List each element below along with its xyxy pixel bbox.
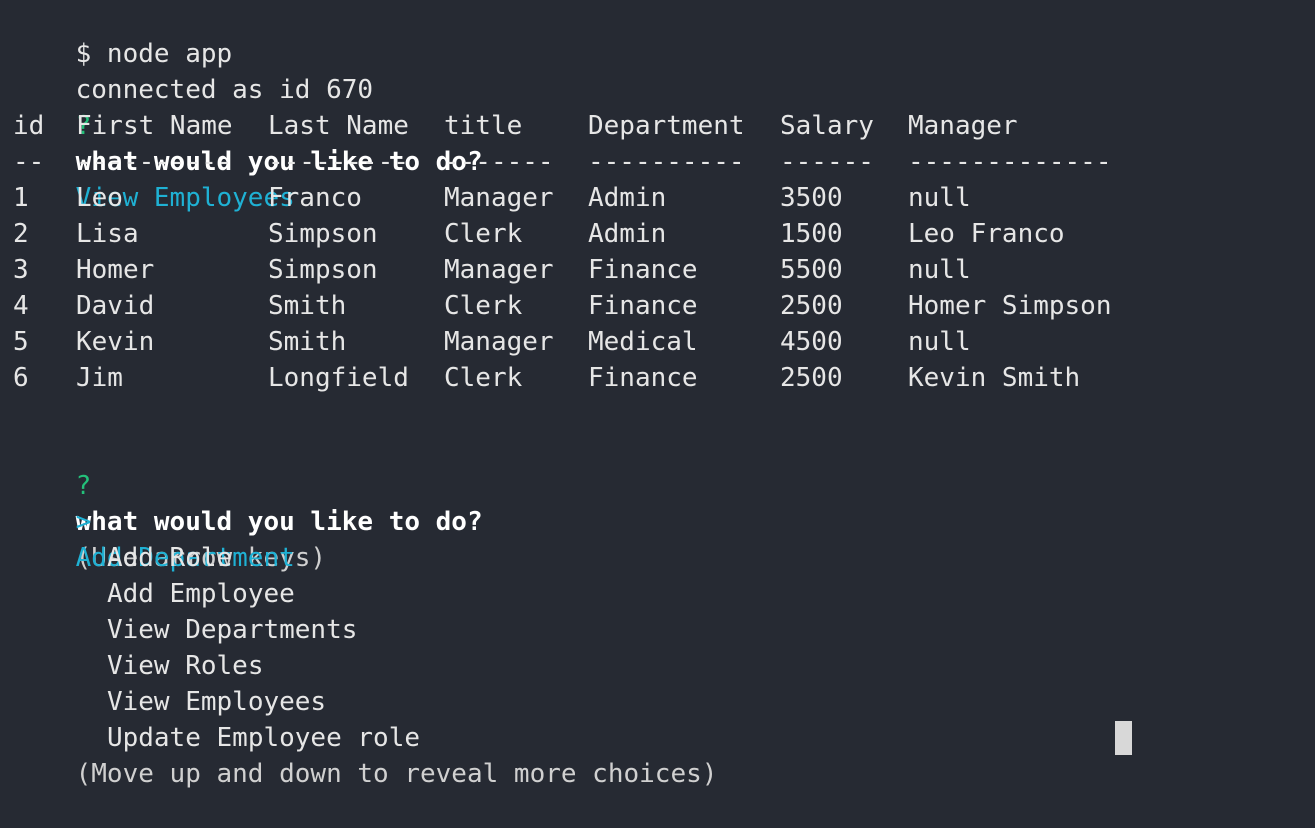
separator: ---------- xyxy=(588,147,745,177)
menu-item-add-department[interactable]: > Add Department xyxy=(13,468,295,573)
cell-department: Finance xyxy=(588,255,698,285)
cell-first-name: David xyxy=(76,291,155,321)
cell-manager: Kevin Smith xyxy=(908,363,1081,393)
prompt-answered: ? what would you like to do? View Employ… xyxy=(13,72,483,213)
cell-id: 3 xyxy=(13,255,29,285)
table-row: 4 David Smith Clerk Finance 2500 Homer S… xyxy=(13,288,1213,324)
cell-last-name: Franco xyxy=(268,183,362,213)
cell-salary: 5500 xyxy=(780,255,843,285)
menu-item-add-role[interactable]: Add Role xyxy=(13,504,232,573)
col-header-manager: Manager xyxy=(908,111,1018,141)
col-header-last-name: Last Name xyxy=(268,111,409,141)
cell-manager: null xyxy=(908,327,971,357)
menu-item-update-employee-role[interactable]: Update Employee role xyxy=(13,684,420,753)
separator: ------------- xyxy=(908,147,1112,177)
menu-item-view-departments[interactable]: View Departments xyxy=(13,576,357,645)
cell-last-name: Longfield xyxy=(268,363,409,393)
cell-last-name: Smith xyxy=(268,291,347,321)
cell-title: Clerk xyxy=(444,291,523,321)
cell-last-name: Smith xyxy=(268,327,347,357)
col-header-first-name: First Name xyxy=(76,111,233,141)
menu-footer-hint: (Move up and down to reveal more choices… xyxy=(13,720,718,789)
cell-last-name: Simpson xyxy=(268,255,378,285)
table-row: 1 Leo Franco Manager Admin 3500 null xyxy=(13,180,1213,216)
cell-department: Admin xyxy=(588,219,667,249)
cell-id: 5 xyxy=(13,327,29,357)
prompt-active: ? what would you like to do? (Use arrow … xyxy=(13,432,483,573)
menu-item-add-employee[interactable]: Add Employee xyxy=(13,540,295,609)
cell-salary: 4500 xyxy=(780,327,843,357)
cell-id: 6 xyxy=(13,363,29,393)
cell-first-name: Lisa xyxy=(76,219,139,249)
cell-department: Finance xyxy=(588,363,698,393)
cell-first-name: Homer xyxy=(76,255,155,285)
col-header-salary: Salary xyxy=(780,111,874,141)
table-row: 5 Kevin Smith Manager Medical 4500 null xyxy=(13,324,1213,360)
cell-salary: 3500 xyxy=(780,183,843,213)
terminal-cursor xyxy=(1115,721,1132,755)
separator: ------ xyxy=(780,147,874,177)
cell-department: Finance xyxy=(588,291,698,321)
cell-manager: null xyxy=(908,183,971,213)
menu-item-view-roles[interactable]: View Roles xyxy=(13,612,264,681)
cell-title: Clerk xyxy=(444,363,523,393)
separator: --------- xyxy=(268,147,409,177)
table-separator-row: -- ---------- --------- ------- --------… xyxy=(13,144,1213,180)
cell-department: Medical xyxy=(588,327,698,357)
cell-title: Clerk xyxy=(444,219,523,249)
command-line: $ node app xyxy=(13,0,233,69)
cell-first-name: Jim xyxy=(76,363,123,393)
table-row: 6 Jim Longfield Clerk Finance 2500 Kevin… xyxy=(13,360,1213,396)
cell-manager: null xyxy=(908,255,971,285)
separator: ---------- xyxy=(76,147,233,177)
table-row: 3 Homer Simpson Manager Finance 5500 nul… xyxy=(13,252,1213,288)
col-header-department: Department xyxy=(588,111,745,141)
cell-salary: 1500 xyxy=(780,219,843,249)
cell-id: 1 xyxy=(13,183,29,213)
cell-manager: Homer Simpson xyxy=(908,291,1112,321)
cell-id: 2 xyxy=(13,219,29,249)
cell-first-name: Kevin xyxy=(76,327,155,357)
connection-status: connected as id 670 xyxy=(13,36,373,105)
cell-first-name: Leo xyxy=(76,183,123,213)
cell-department: Admin xyxy=(588,183,667,213)
table-header-row: id First Name Last Name title Department… xyxy=(13,108,1213,144)
cell-last-name: Simpson xyxy=(268,219,378,249)
cell-title: Manager xyxy=(444,255,554,285)
menu-item-view-employees[interactable]: View Employees xyxy=(13,648,326,717)
separator: ------- xyxy=(444,147,554,177)
col-header-title: title xyxy=(444,111,523,141)
table-row: 2 Lisa Simpson Clerk Admin 1500 Leo Fran… xyxy=(13,216,1213,252)
cell-title: Manager xyxy=(444,327,554,357)
cell-title: Manager xyxy=(444,183,554,213)
cell-id: 4 xyxy=(13,291,29,321)
col-header-id: id xyxy=(13,111,45,141)
cell-salary: 2500 xyxy=(780,291,843,321)
cell-salary: 2500 xyxy=(780,363,843,393)
cell-manager: Leo Franco xyxy=(908,219,1065,249)
separator: -- xyxy=(13,147,45,177)
footer-text: (Move up and down to reveal more choices… xyxy=(75,759,718,789)
